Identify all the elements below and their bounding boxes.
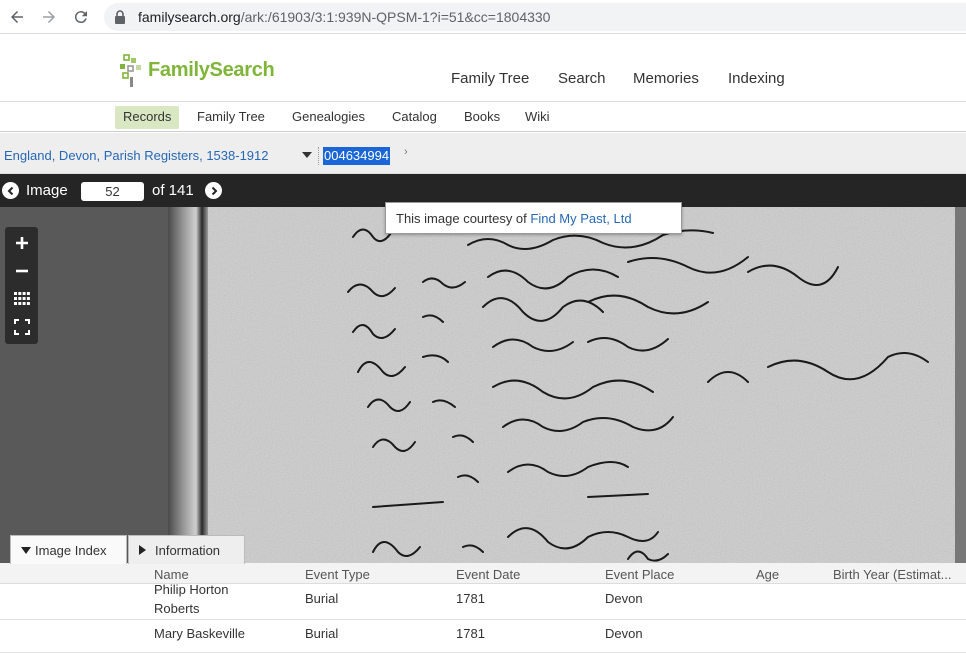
nav-family-tree[interactable]: Family Tree	[451, 70, 529, 87]
chevron-left-icon	[7, 186, 13, 195]
column-header-event-place[interactable]: Event Place	[605, 567, 674, 582]
address-bar[interactable]: familysearch.org/ark:/61903/3:1:939N-QPS…	[104, 3, 966, 31]
plus-icon	[15, 237, 28, 249]
previous-image-button[interactable]	[2, 182, 19, 199]
cell-event-place: Devon	[605, 591, 643, 606]
index-table-header: Name Event Type Event Date Event Place A…	[0, 563, 966, 584]
tab-image-index-label: Image Index	[35, 543, 107, 558]
subnav-records[interactable]: Records	[115, 106, 180, 129]
tooltip-text: This image courtesy of	[396, 211, 527, 226]
triangle-down-icon	[21, 547, 31, 554]
cell-event-type: Burial	[305, 626, 339, 641]
chevron-right-icon: ›	[404, 146, 408, 158]
records-subnav: Records Family Tree Genealogies Catalog …	[0, 102, 966, 132]
fullscreen-icon	[13, 319, 30, 335]
register-page-image[interactable]	[208, 207, 958, 563]
breadcrumb: England, Devon, Parish Registers, 1538-1…	[0, 133, 966, 174]
cell-event-date: 1781	[456, 626, 485, 641]
url-host: familysearch.org	[138, 9, 241, 25]
collection-link[interactable]: England, Devon, Parish Registers, 1538-1…	[4, 148, 269, 163]
grid-icon	[13, 292, 30, 305]
column-header-event-date[interactable]: Event Date	[456, 567, 520, 582]
tab-information[interactable]: Information	[128, 535, 245, 564]
tree-logo-icon	[120, 54, 141, 87]
chevron-down-icon[interactable]	[302, 152, 312, 158]
table-row[interactable]: Mary Baskeville Burial 1781 Devon	[0, 620, 966, 653]
subnav-wiki[interactable]: Wiki	[517, 106, 558, 129]
browser-toolbar: familysearch.org/ark:/61903/3:1:939N-QPS…	[0, 0, 966, 34]
nav-memories[interactable]: Memories	[633, 70, 699, 87]
breadcrumb-divider	[318, 147, 319, 165]
subnav-catalog[interactable]: Catalog	[384, 106, 445, 129]
logo-text: FamilySearch	[148, 58, 275, 81]
url-path: /ark:/61903/3:1:939N-QPSM-1?i=51&cc=1804…	[240, 9, 551, 25]
handwritten-record-image	[208, 207, 958, 563]
viewer-tools	[5, 227, 38, 344]
image-count: of 141	[152, 182, 194, 199]
table-row[interactable]: Philip Horton Roberts Burial 1781 Devon	[0, 582, 966, 620]
cell-name[interactable]: Philip Horton Roberts	[154, 580, 264, 618]
image-number-input[interactable]	[81, 182, 144, 201]
site-header: FamilySearch Family Tree Search Memories…	[0, 34, 966, 102]
fullscreen-button[interactable]	[5, 314, 38, 340]
find-my-past-link[interactable]: Find My Past, Ltd	[530, 211, 631, 226]
familysearch-logo[interactable]: FamilySearch	[118, 50, 275, 90]
image-label: Image	[26, 182, 68, 199]
cell-event-type: Burial	[305, 591, 339, 606]
page-binding	[168, 207, 208, 563]
image-viewer[interactable]	[0, 207, 966, 563]
chevron-right-icon	[211, 186, 217, 195]
cell-event-place: Devon	[605, 626, 643, 641]
next-image-button[interactable]	[205, 182, 222, 199]
forward-arrow-icon[interactable]	[37, 5, 61, 29]
url-text: familysearch.org/ark:/61903/3:1:939N-QPS…	[138, 9, 550, 25]
tab-image-index[interactable]: Image Index	[10, 535, 127, 564]
zoom-in-button[interactable]	[5, 230, 38, 256]
back-arrow-icon[interactable]	[5, 5, 29, 29]
nav-indexing[interactable]: Indexing	[728, 70, 785, 87]
film-number[interactable]: 004634994	[323, 147, 391, 165]
reload-icon[interactable]	[69, 5, 93, 29]
column-header-birth-year[interactable]: Birth Year (Estimat...	[833, 567, 952, 582]
subnav-genealogies[interactable]: Genealogies	[284, 106, 373, 129]
page-right-edge	[955, 207, 966, 563]
cell-name[interactable]: Mary Baskeville	[154, 626, 245, 641]
zoom-out-button[interactable]	[5, 258, 38, 284]
subnav-books[interactable]: Books	[456, 106, 508, 129]
grid-view-button[interactable]	[5, 286, 38, 312]
lock-icon	[115, 10, 125, 24]
minus-icon	[15, 269, 28, 273]
subnav-family-tree[interactable]: Family Tree	[189, 106, 273, 129]
column-header-age[interactable]: Age	[756, 567, 779, 582]
cell-event-date: 1781	[456, 591, 485, 606]
nav-search[interactable]: Search	[558, 70, 606, 87]
triangle-right-icon	[139, 545, 146, 555]
image-courtesy-tooltip: This image courtesy of Find My Past, Ltd	[385, 202, 682, 234]
column-header-event-type[interactable]: Event Type	[305, 567, 370, 582]
tab-information-label: Information	[155, 543, 221, 558]
